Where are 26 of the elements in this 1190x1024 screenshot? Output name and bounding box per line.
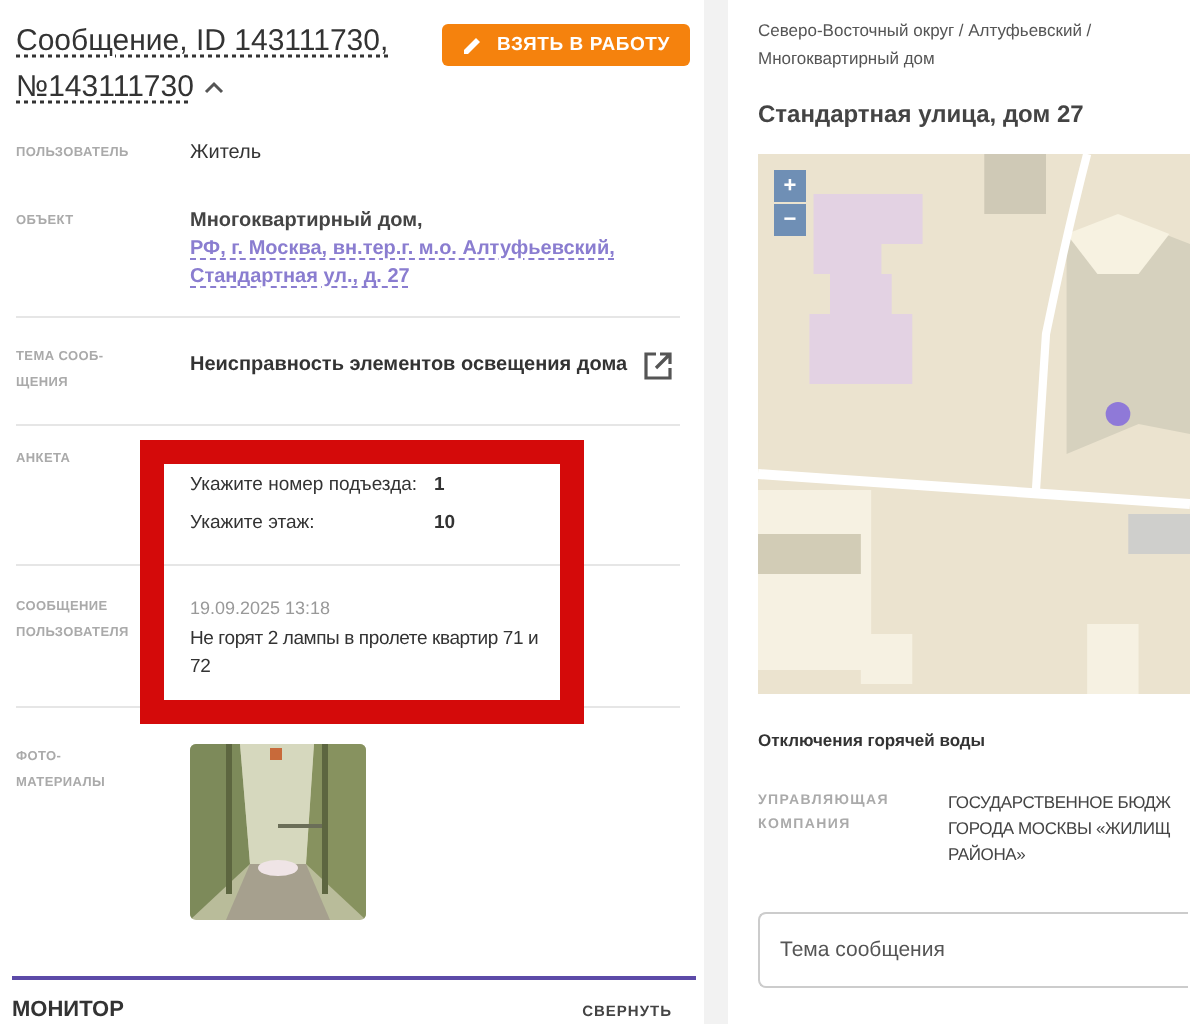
pencil-icon <box>462 35 483 55</box>
chevron-icon[interactable] <box>203 80 224 94</box>
company-name-line: РАЙОНА» <box>948 842 1028 868</box>
survey-question: Укажите номер подъезда: <box>190 472 420 500</box>
external-link-icon[interactable] <box>644 352 672 380</box>
message-date: 19.09.2025 13:18 <box>190 596 333 622</box>
survey-answer: 10 <box>434 510 456 538</box>
address-link[interactable]: РФ, г. Москва, вн.тер.г. м.о. Алтуфьевский, Стандартная ул., д. 27 <box>190 236 680 292</box>
company-name-line: ГОРОДА МОСКВЫ «ЖИЛИЩ <box>948 816 1171 842</box>
topic-value: Неисправность элементов освещения дома <box>190 352 628 380</box>
outages-heading: Отключения горячей воды <box>758 730 988 750</box>
message-text: Не горят 2 лампы в пролете квартир 71 и 72 <box>190 626 541 682</box>
message-title: Сообщение, ID 143111730, <box>16 24 389 58</box>
subject-field[interactable]: Тема сообщения <box>758 912 1188 988</box>
field-value: Житель <box>190 142 262 164</box>
survey-question: Укажите этаж: <box>190 510 317 538</box>
survey-answer: 1 <box>434 472 445 500</box>
zoom-in-button[interactable]: + <box>774 170 806 202</box>
breadcrumb: Северо-Восточный округ / Алтуфьевский / Многоквартирный дом <box>758 18 1094 72</box>
take-to-work-button[interactable]: ВЗЯТЬ В РАБОТУ <box>442 24 690 66</box>
company-name-line: ГОСУДАРСТВЕННОЕ БЮДЖ <box>948 790 1171 816</box>
monitor-heading: МОНИТОР <box>12 998 124 1022</box>
zoom-out-button[interactable]: − <box>774 204 806 236</box>
address-heading: Стандартная улица, дом 27 <box>758 100 1086 128</box>
message-number: №143111730 <box>16 70 194 104</box>
object-address: Многоквартирный дом, РФ, г. Москва, вн.тер.г. м.о. Алтуфьевский, Стандартная ул., д. 27 <box>190 208 680 292</box>
